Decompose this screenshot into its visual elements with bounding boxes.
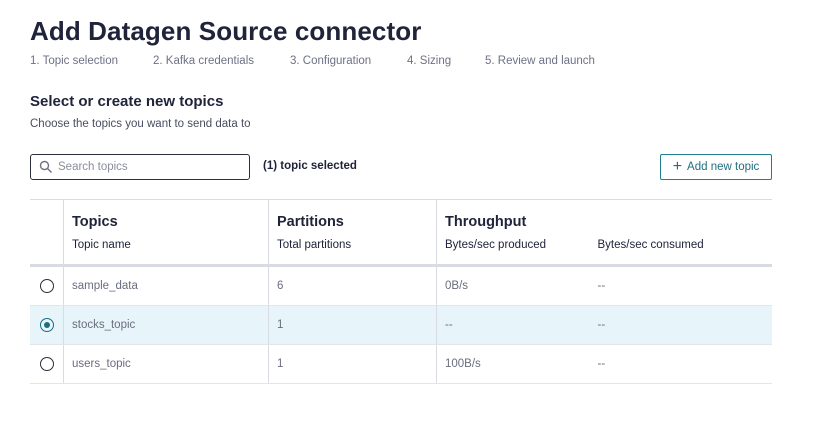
column-bytes-produced: Bytes/sec produced [436,230,590,267]
table-row[interactable]: users_topic 1 100B/s -- [30,344,772,384]
header-throughput: Throughput [436,199,772,230]
section-subtitle: Choose the topics you want to send data … [30,118,251,130]
row-select-cell[interactable] [30,305,64,345]
add-new-topic-button[interactable]: + Add new topic [660,154,772,180]
column-total-partitions: Total partitions [268,230,437,267]
row-select-cell[interactable] [30,344,64,384]
topic-name-cell: users_topic [63,344,269,384]
topic-name-cell: sample_data [63,265,269,306]
bytes-produced-cell: 0B/s [436,265,590,306]
partitions-cell: 1 [268,344,437,384]
column-bytes-consumed: Bytes/sec consumed [589,230,772,267]
header-spacer-sub [30,230,64,267]
search-box[interactable] [30,154,250,180]
table-row[interactable]: sample_data 6 0B/s -- [30,265,772,306]
bytes-consumed-cell: -- [589,305,772,345]
step-topic-selection[interactable]: 1. Topic selection [30,55,118,67]
plus-icon: + [672,158,683,175]
search-input[interactable] [58,155,243,179]
search-icon [39,160,52,173]
radio-button[interactable] [39,279,54,293]
row-select-cell[interactable] [30,265,64,306]
step-kafka-credentials[interactable]: 2. Kafka credentials [153,55,254,67]
add-new-topic-label: Add new topic [687,161,760,173]
table-row[interactable]: stocks_topic 1 -- -- [30,305,772,345]
bytes-produced-cell: -- [436,305,590,345]
step-review-and-launch[interactable]: 5. Review and launch [485,55,595,67]
radio-button-selected[interactable] [39,318,54,332]
partitions-cell: 1 [268,305,437,345]
header-partitions: Partitions [268,199,437,230]
selected-topics-count: (1) topic selected [263,160,357,172]
section-title: Select or create new topics [30,93,224,110]
bytes-produced-cell: 100B/s [436,344,590,384]
bytes-consumed-cell: -- [589,265,772,306]
bytes-consumed-cell: -- [589,344,772,384]
topic-name-cell: stocks_topic [63,305,269,345]
header-spacer [30,199,64,230]
page-title: Add Datagen Source connector [30,16,422,46]
partitions-cell: 6 [268,265,437,306]
step-configuration[interactable]: 3. Configuration [290,55,371,67]
column-topic-name: Topic name [63,230,269,267]
step-sizing[interactable]: 4. Sizing [407,55,451,67]
header-topics: Topics [63,199,269,230]
topics-table: Topics Partitions Throughput Topic name … [30,199,772,384]
radio-button[interactable] [39,357,54,371]
